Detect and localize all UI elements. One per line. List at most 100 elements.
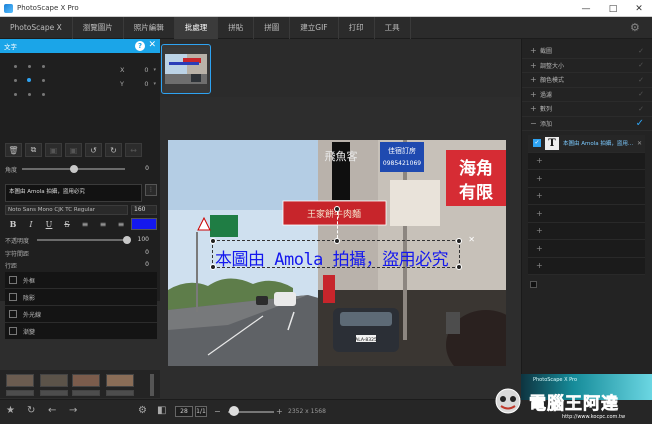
align-bottom-right[interactable] [36,87,50,101]
check-icon[interactable]: ✓ [638,105,644,113]
resize-handle[interactable] [334,238,340,244]
opacity-knob[interactable] [123,236,131,244]
flip-icon[interactable]: ↔ [125,143,142,157]
add-layer-icon[interactable]: + [536,209,543,218]
option-add[interactable]: − 添加 ✓ [522,117,652,131]
effect-checkbox[interactable] [9,276,17,284]
minimize-button[interactable]: — [575,0,597,17]
y-value[interactable]: 0 [128,80,153,88]
settings-gear-icon[interactable]: ⚙ [630,22,642,34]
text-color-swatch[interactable] [131,218,157,230]
opacity-track[interactable] [37,236,131,244]
photo-canvas[interactable]: 飛魚客 佳宿訂房 0985421069 王家餅牛肉麵 海角 有限 ALA-832… [168,140,506,366]
file-thumbnail[interactable] [72,390,100,396]
menu-item-batch[interactable]: 批處理 [174,16,219,39]
photo-thumbnail[interactable] [161,44,211,94]
forward-arrow-icon[interactable]: → [69,405,77,416]
compare-icon[interactable]: ◧ [157,405,166,416]
menu-item-combine[interactable]: 拼圖 [254,16,291,39]
letter-spacing-field[interactable]: 字符間距 0 [5,248,157,258]
resize-handle[interactable] [456,238,462,244]
line-value[interactable]: 0 [145,261,149,268]
add-layer-icon[interactable]: + [536,226,543,235]
angle-value[interactable]: 0 [145,165,149,172]
close-button[interactable]: ✕ [628,0,650,17]
settings-icon[interactable]: ⚙ [138,405,147,416]
check-icon[interactable]: ✓ [636,118,644,129]
menu-item-editor[interactable]: 照片編輯 [124,16,175,39]
strikethrough-button[interactable]: S [59,218,75,230]
line-spacing-field[interactable]: 行距 0 [5,260,157,270]
menu-item-tools[interactable]: 工具 [375,16,411,39]
file-thumbnail[interactable] [40,390,68,396]
align-middle-center[interactable] [22,73,36,87]
resize-handle[interactable] [456,264,462,270]
zoom-knob[interactable] [229,406,239,416]
rotate-right-icon[interactable]: ↻ [105,143,122,157]
opacity-value[interactable]: 100 [138,236,149,243]
option-checkbox[interactable] [530,281,537,288]
add-layer-icon[interactable]: + [536,174,543,183]
resize-handle[interactable] [210,264,216,270]
layer-row-text[interactable]: ✓ T 本圖由 Amola 拍攝，盜用... ✕ [528,135,645,153]
menu-item-collage[interactable]: 拼貼 [218,16,255,39]
menu-item-print[interactable]: 打印 [339,16,375,39]
option-resize[interactable]: + 調整大小 ✓ [522,59,652,73]
align-top-center[interactable] [22,59,36,73]
effect-checkbox[interactable] [9,327,17,335]
option-color-mode[interactable]: + 顏色模式 ✓ [522,73,652,88]
file-thumbnail[interactable] [106,374,134,387]
maximize-button[interactable]: □ [602,0,624,17]
bring-forward-icon[interactable]: ▣ [45,143,62,157]
align-center-button[interactable]: ≡ [95,218,111,230]
add-layer-icon[interactable]: + [536,156,543,165]
check-icon[interactable]: ✓ [638,47,644,55]
layer-row-empty[interactable]: + [528,258,645,275]
overlay-text[interactable]: 本圖由 Amola 拍攝，盜用必究 [215,245,449,270]
angle-slider[interactable]: 角度 0 [5,164,157,174]
align-bottom-left[interactable] [8,87,22,101]
file-thumbnail[interactable] [6,390,34,396]
x-offset-field[interactable]: X 0 ▾ [120,65,156,75]
check-icon[interactable]: ✓ [638,76,644,84]
layer-row-empty[interactable]: + [528,223,645,240]
send-backward-icon[interactable]: ▣ [65,143,82,157]
option-crop[interactable]: + 截圖 ✓ [522,44,652,59]
file-thumbnail[interactable] [6,374,34,387]
option-filter[interactable]: + 過濾 ✓ [522,88,652,102]
bold-button[interactable]: B [5,218,21,230]
file-thumbnail[interactable] [72,374,100,387]
rotate-left-icon[interactable]: ↺ [85,143,102,157]
expand-icon[interactable]: + [530,61,540,70]
effect-checkbox[interactable] [9,310,17,318]
layer-checkbox[interactable]: ✓ [533,139,541,148]
effect-gradient[interactable]: 漸變 [5,323,157,340]
resize-handle[interactable] [210,238,216,244]
align-middle-left[interactable] [8,73,22,87]
add-layer-icon[interactable]: + [536,191,543,200]
angle-track[interactable] [22,165,125,173]
effect-outline[interactable]: 外框 [5,272,157,289]
expand-icon[interactable]: + [530,104,540,113]
effect-checkbox[interactable] [9,293,17,301]
layer-row-empty[interactable]: + [528,240,645,258]
add-layer-icon[interactable]: + [536,244,543,253]
delete-overlay-icon[interactable]: ✕ [468,235,475,244]
spacing-value[interactable]: 0 [145,249,149,256]
align-top-right[interactable] [36,59,50,73]
font-size-select[interactable]: 160 [131,205,157,215]
refresh-icon[interactable]: ↻ [27,405,35,416]
text-content-input[interactable]: 本圖由 Amola 拍攝，盜用必究 [5,184,142,202]
text-options-icon[interactable]: ⋮ [145,184,157,196]
thumbnail-scrollbar[interactable] [150,374,154,396]
help-icon[interactable]: ? [135,41,145,51]
check-icon[interactable]: ✓ [638,90,644,98]
close-panel-icon[interactable]: ✕ [148,40,156,50]
expand-icon[interactable]: + [530,90,540,99]
zoom-out-icon[interactable]: − [214,407,221,416]
y-offset-field[interactable]: Y 0 ▾ [120,79,156,89]
opacity-slider[interactable]: 不透明度 100 [5,235,157,245]
align-top-left[interactable] [8,59,22,73]
underline-button[interactable]: U [41,218,57,230]
page-counter[interactable]: 28 [175,406,193,417]
